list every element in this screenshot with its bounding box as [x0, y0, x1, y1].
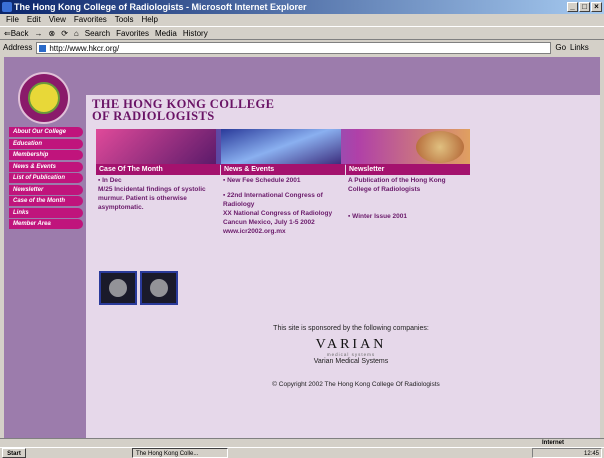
news-item-congress: XX National Congress of Radiology — [223, 210, 333, 217]
nav-news-events[interactable]: News & Events — [9, 161, 83, 172]
case-header: Case Of The Month — [96, 164, 220, 175]
page-icon — [39, 45, 47, 52]
newsletter-spacer — [348, 194, 468, 212]
varian-logo[interactable]: VARIAN — [236, 337, 466, 352]
sponsor-block: This site is sponsored by the following … — [236, 324, 466, 367]
close-button[interactable]: × — [591, 2, 602, 12]
search-button[interactable]: Search — [85, 27, 110, 39]
news-item-location: Cancun Mexico, July 1-5 2002 — [223, 219, 315, 226]
main-content: The Hong Kong College of Radiologists Ca… — [86, 95, 600, 438]
nav-member-area[interactable]: Member Area — [9, 219, 83, 229]
status-bar: Internet — [0, 438, 604, 447]
window-title: The Hong Kong College of Radiologists - … — [14, 2, 307, 12]
links-button[interactable]: Links — [570, 40, 589, 56]
stop-button[interactable]: ⊗ — [49, 27, 56, 39]
menu-help[interactable]: Help — [141, 14, 157, 26]
college-logo — [18, 72, 70, 124]
go-button[interactable]: Go — [555, 40, 566, 56]
menu-file[interactable]: File — [6, 14, 19, 26]
site-title-line2: of Radiologists — [92, 109, 215, 123]
newsletter-winter-issue[interactable]: ▪ Winter Issue 2001 — [348, 212, 468, 221]
refresh-button[interactable]: ⟳ — [61, 27, 68, 39]
media-button[interactable]: Media — [155, 27, 177, 39]
nav-education[interactable]: Education — [9, 138, 83, 149]
address-label: Address — [3, 43, 33, 52]
nav-links[interactable]: Links — [9, 207, 83, 218]
favorites-button[interactable]: Favorites — [116, 27, 149, 39]
newsletter-desc: A Publication of the Hong Kong College o… — [348, 177, 446, 193]
top-band — [4, 57, 600, 95]
home-button[interactable]: ⌂ — [74, 27, 79, 39]
newsletter-header: Newsletter — [346, 164, 470, 175]
title-bar: The Hong Kong College of Radiologists - … — [0, 0, 604, 14]
standard-toolbar: ⇐Back → ⊗ ⟳ ⌂ Search Favorites Media His… — [0, 26, 604, 40]
window-controls: _ □ × — [567, 2, 602, 12]
nav-membership[interactable]: Membership — [9, 150, 83, 160]
banner-image-right — [416, 131, 464, 163]
sidebar: About Our College Education Membership N… — [4, 57, 86, 438]
menu-edit[interactable]: Edit — [27, 14, 41, 26]
xray-image-1 — [109, 279, 127, 297]
ie-icon — [2, 2, 12, 12]
nav-newsletter[interactable]: Newsletter — [9, 184, 83, 195]
news-item-url[interactable]: www.icr2002.org.mx — [223, 227, 343, 236]
case-text: M/25 Incidental findings of systolic mur… — [98, 186, 206, 211]
back-button[interactable]: ⇐Back — [4, 27, 29, 39]
xray-image-2 — [150, 279, 168, 297]
browser-window: The Hong Kong College of Radiologists - … — [0, 0, 604, 458]
start-button[interactable]: Start — [2, 448, 26, 458]
news-item-fee[interactable]: ▪ New Fee Schedule 2001 — [223, 176, 343, 185]
nav-case-of-month[interactable]: Case of the Month — [9, 196, 83, 206]
nav-menu: About Our College Education Membership N… — [9, 127, 83, 231]
nav-publications[interactable]: List of Publication — [9, 173, 83, 183]
system-tray-clock: 12:45 — [532, 448, 602, 458]
menu-favorites[interactable]: Favorites — [74, 14, 107, 26]
menu-bar: File Edit View Favorites Tools Help — [0, 14, 604, 26]
xray-thumbnail-1[interactable] — [99, 271, 137, 305]
address-url: http://www.hkcr.org/ — [49, 44, 120, 53]
sponsor-text: This site is sponsored by the following … — [273, 325, 429, 332]
address-input[interactable]: http://www.hkcr.org/ — [36, 42, 552, 54]
sponsor-name: Varian Medical Systems — [313, 358, 389, 365]
news-column: ▪ New Fee Schedule 2001 ▪ 22nd Internati… — [223, 176, 343, 236]
xray-thumbnail-2[interactable] — [140, 271, 178, 305]
news-item-icr[interactable]: ▪ 22nd International Congress of Radiolo… — [223, 191, 343, 209]
history-button[interactable]: History — [183, 27, 208, 39]
taskbar: Start The Hong Kong Colle... 12:45 — [0, 447, 604, 458]
maximize-button[interactable]: □ — [579, 2, 590, 12]
header-banner — [96, 129, 470, 165]
menu-view[interactable]: View — [49, 14, 66, 26]
web-page: About Our College Education Membership N… — [4, 57, 600, 438]
nav-about[interactable]: About Our College — [9, 127, 83, 137]
logo-emblem — [28, 82, 60, 114]
site-title: The Hong Kong College of Radiologists — [92, 98, 274, 123]
case-date-link[interactable]: ▪ In Dec — [98, 176, 218, 185]
address-bar: Address http://www.hkcr.org/ Go Links — [0, 40, 604, 56]
banner-image-center — [221, 129, 341, 165]
minimize-button[interactable]: _ — [567, 2, 578, 12]
menu-tools[interactable]: Tools — [115, 14, 134, 26]
copyright: © Copyright 2002 The Hong Kong College O… — [272, 381, 440, 388]
case-column: ▪ In Dec M/25 Incidental findings of sys… — [98, 176, 218, 212]
taskbar-ie-window[interactable]: The Hong Kong Colle... — [132, 448, 228, 458]
news-header: News & Events — [221, 164, 345, 175]
forward-button[interactable]: → — [35, 27, 43, 39]
banner-image-left — [96, 129, 216, 165]
newsletter-column: A Publication of the Hong Kong College o… — [348, 176, 468, 221]
